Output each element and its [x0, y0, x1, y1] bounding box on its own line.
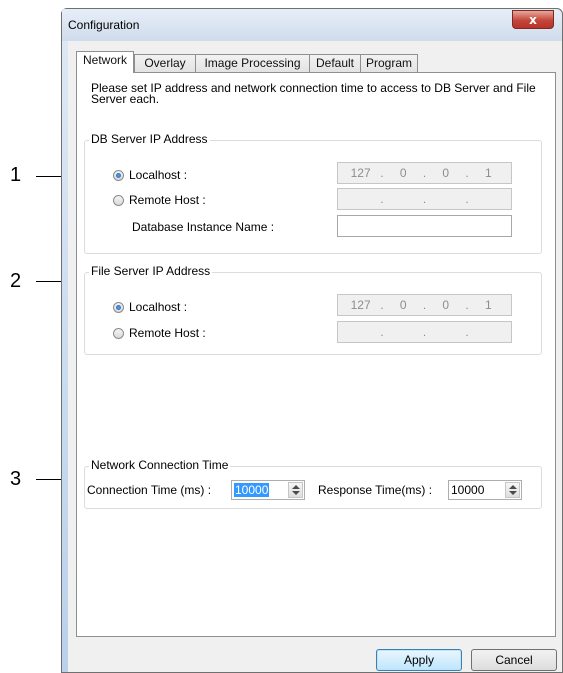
callout-3: 3: [10, 468, 22, 490]
db-instance-name-input[interactable]: [337, 215, 512, 237]
connection-time-spinner[interactable]: 10000: [231, 480, 305, 500]
dialog-client-area: Network Overlay Image Processing Default…: [68, 41, 562, 672]
ip-dot: .: [465, 166, 469, 180]
connection-time-label: Connection Time (ms) :: [87, 483, 212, 497]
response-time-spinner[interactable]: 10000: [448, 480, 522, 500]
network-tab-panel: Please set IP address and network connec…: [76, 72, 556, 637]
tab-image-processing[interactable]: Image Processing: [195, 54, 310, 72]
network-time-group-title: Network Connection Time: [89, 458, 231, 472]
file-localhost-option[interactable]: Localhost :: [113, 300, 187, 314]
ip-octet-4: 1: [484, 166, 492, 180]
ip-octet-1: 127: [350, 298, 371, 312]
db-remote-radio[interactable]: [113, 194, 124, 206]
ip-octet-4: 1: [484, 298, 492, 312]
connection-time-spin-buttons[interactable]: [288, 482, 303, 498]
close-icon: x: [529, 13, 537, 27]
network-time-group: Network Connection Time Connection Time …: [84, 458, 542, 509]
db-remote-label: Remote Host :: [129, 193, 206, 207]
ip-dot: .: [422, 166, 427, 180]
response-time-spin-buttons[interactable]: [505, 482, 520, 498]
ip-dot: .: [422, 325, 427, 339]
tab-default[interactable]: Default: [309, 54, 361, 72]
callout-2: 2: [10, 270, 22, 292]
close-button[interactable]: x: [512, 10, 554, 29]
db-remote-ip-field[interactable]: . . .: [337, 188, 512, 210]
ip-octet-3: 0: [442, 166, 450, 180]
db-instance-label: Database Instance Name :: [132, 220, 275, 234]
configuration-window: Configuration x Network Overlay Image Pr…: [61, 8, 563, 673]
apply-button[interactable]: Apply: [376, 649, 462, 671]
ip-octet-2: 0: [399, 166, 407, 180]
tab-program[interactable]: Program: [360, 54, 418, 72]
chevron-up-icon[interactable]: [509, 485, 517, 489]
window-title: Configuration: [68, 18, 140, 32]
file-remote-option[interactable]: Remote Host :: [113, 326, 206, 340]
ip-octet-2: 0: [399, 298, 407, 312]
cancel-button[interactable]: Cancel: [471, 649, 557, 671]
ip-dot: .: [380, 166, 384, 180]
file-remote-radio[interactable]: [113, 327, 124, 339]
title-bar[interactable]: Configuration x: [62, 9, 562, 41]
tab-overlay[interactable]: Overlay: [134, 54, 196, 72]
response-time-value[interactable]: 10000: [449, 483, 484, 497]
file-localhost-ip-field[interactable]: 127. 0. 0. 1: [337, 294, 512, 316]
file-localhost-radio[interactable]: [113, 301, 124, 313]
db-remote-option[interactable]: Remote Host :: [113, 193, 206, 207]
tab-network[interactable]: Network: [76, 51, 134, 73]
db-localhost-ip-field[interactable]: 127. 0. 0. 1: [337, 162, 512, 184]
db-server-group-title: DB Server IP Address: [89, 132, 210, 146]
db-localhost-radio[interactable]: [113, 169, 124, 181]
ip-dot: .: [465, 192, 469, 206]
connection-time-value[interactable]: 10000: [234, 483, 270, 497]
callout-1: 1: [10, 164, 22, 186]
file-remote-label: Remote Host :: [129, 326, 206, 340]
file-remote-ip-field[interactable]: . . .: [337, 321, 512, 343]
ip-dot: .: [380, 325, 384, 339]
ip-dot: .: [422, 298, 427, 312]
chevron-down-icon[interactable]: [292, 491, 300, 495]
ip-octet-1: 127: [350, 166, 371, 180]
ip-dot: .: [380, 192, 384, 206]
db-localhost-label: Localhost :: [129, 168, 188, 182]
db-server-group: DB Server IP Address Localhost : 127. 0.…: [84, 132, 542, 254]
ip-octet-3: 0: [442, 298, 450, 312]
ip-dot: .: [422, 192, 427, 206]
file-server-group-title: File Server IP Address: [89, 264, 213, 278]
chevron-down-icon[interactable]: [509, 491, 517, 495]
file-server-group: File Server IP Address Localhost : 127. …: [84, 264, 542, 355]
response-time-label: Response Time(ms) :: [318, 483, 433, 497]
file-localhost-label: Localhost :: [129, 300, 188, 314]
ip-dot: .: [465, 325, 469, 339]
chevron-up-icon[interactable]: [292, 485, 300, 489]
intro-text: Please set IP address and network connec…: [91, 81, 536, 106]
db-localhost-option[interactable]: Localhost :: [113, 168, 187, 182]
ip-dot: .: [380, 298, 384, 312]
ip-dot: .: [465, 298, 469, 312]
